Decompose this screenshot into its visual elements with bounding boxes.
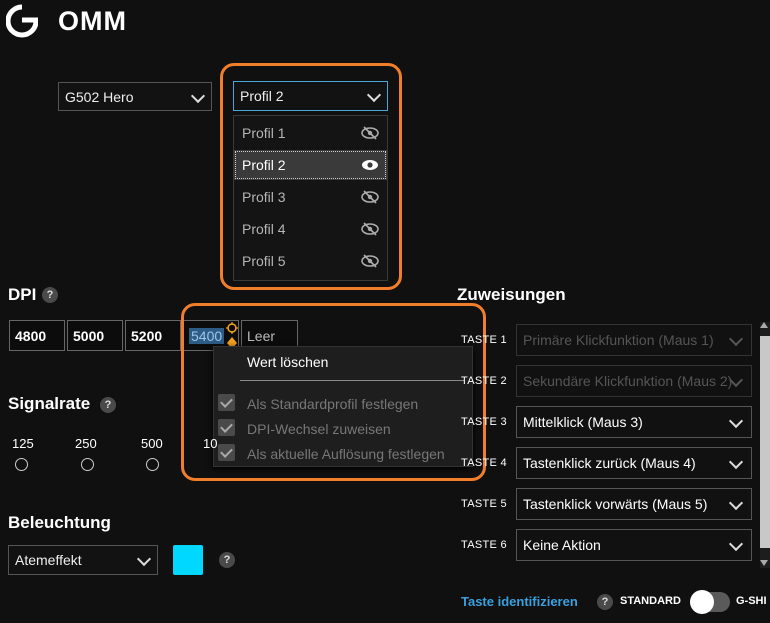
chevron-down-icon [728,495,744,511]
rate-radio-250[interactable] [81,458,94,471]
assign-dpi-shift-menu-item[interactable]: DPI-Wechsel zuweisen [247,421,391,437]
scroll-up-icon[interactable] [760,322,768,328]
button-3-assignment-select[interactable]: Mittelklick (Maus 3) [516,406,752,438]
dpi-value-3[interactable]: 5200 [125,320,181,351]
button-5-assignment-select[interactable]: Tastenklick vorwärts (Maus 5) [516,488,752,520]
dpi-heading: DPI [8,285,37,304]
clear-value-menu-item[interactable]: Wert löschen [247,354,328,370]
rate-label-250: 250 [75,436,97,451]
chevron-down-icon [728,413,744,429]
device-select-value: G502 Hero [65,88,134,105]
gshift-toggle-knob[interactable] [690,590,714,614]
profile-dropdown-list: Profil 1 Profil 2 Profil 3 Profil 4 Prof… [233,115,388,281]
eye-icon[interactable] [361,157,379,173]
dpi-help-icon[interactable]: ? [42,287,58,303]
assignment-value: Tastenklick vorwärts (Maus 5) [523,496,708,512]
identify-button-link[interactable]: Taste identifizieren [461,594,578,609]
assignments-scrollbar-thumb[interactable] [760,336,770,548]
scroll-down-icon[interactable] [760,560,768,566]
button-label-3: TASTE 3 [461,416,507,428]
signal-rate-heading: Signalrate [8,394,91,413]
button-label-4: TASTE 4 [461,457,507,469]
set-default-profile-menu-item[interactable]: Als Standardprofil festlegen [247,396,418,412]
chevron-down-icon [728,454,744,470]
menu-divider [240,380,464,381]
chevron-down-icon [190,88,206,103]
button-label-2: TASTE 2 [461,375,507,387]
button-2-assignment-select: Sekundäre Klickfunktion (Maus 2) [516,365,752,397]
assignments-heading: Zuweisungen [457,285,566,304]
profile-option-label: Profil 2 [242,157,286,173]
dpi-value-4-text: 5400 [189,327,225,344]
dpi-value-1[interactable]: 4800 [9,320,65,351]
button-1-assignment-select: Primäre Klickfunktion (Maus 1) [516,324,752,356]
button-6-assignment-select[interactable]: Keine Aktion [516,529,752,561]
profile-option-1[interactable]: Profil 1 [234,118,387,148]
logitech-g-logo-icon [6,4,38,38]
gshift-label: G-SHI [736,595,767,607]
button-label-1: TASTE 1 [461,334,507,346]
profile-option-label: Profil 3 [242,189,286,205]
dpi-value-2[interactable]: 5000 [67,320,123,351]
profile-select-value: Profil 2 [240,88,284,104]
assignment-value: Mittelklick (Maus 3) [523,414,643,430]
lighting-help-icon[interactable]: ? [219,552,235,568]
profile-select[interactable]: Profil 2 [233,81,388,111]
lighting-color-swatch[interactable] [173,545,203,575]
chevron-down-icon [136,551,152,567]
device-select[interactable]: G502 Hero [58,82,212,111]
assignment-value: Keine Aktion [523,537,601,553]
rate-label-125: 125 [12,436,34,451]
chevron-down-icon [728,536,744,552]
lighting-effect-select[interactable]: Atemeffekt [8,545,158,575]
assignment-value: Tastenklick zurück (Maus 4) [523,455,696,471]
button-label-6: TASTE 6 [461,539,507,551]
button-label-5: TASTE 5 [461,498,507,510]
button-4-assignment-select[interactable]: Tastenklick zurück (Maus 4) [516,447,752,479]
standard-label: STANDARD [620,595,681,607]
profile-option-5[interactable]: Profil 5 [234,246,387,276]
assignment-value: Primäre Klickfunktion (Maus 1) [523,332,714,348]
profile-option-3[interactable]: Profil 3 [234,182,387,212]
dpi-context-menu: Wert löschen Als Standardprofil festlege… [213,346,473,467]
checkbox-icon [218,394,235,411]
assignment-value: Sekundäre Klickfunktion (Maus 2) [523,373,733,389]
profile-option-label: Profil 5 [242,253,286,269]
rate-radio-125[interactable] [15,458,28,471]
profile-option-label: Profil 1 [242,125,286,141]
lighting-effect-value: Atemeffekt [15,552,82,568]
eye-slash-icon[interactable] [361,221,379,237]
app-title: OMM [58,6,127,36]
chevron-down-icon [366,87,382,103]
rate-label-500: 500 [141,436,163,451]
set-current-resolution-menu-item[interactable]: Als aktuelle Auflösung festlegen [247,446,445,462]
eye-slash-icon[interactable] [361,253,379,269]
identify-help-icon[interactable]: ? [597,594,613,610]
lighting-heading: Beleuchtung [8,513,111,532]
profile-option-4[interactable]: Profil 4 [234,214,387,244]
profile-option-label: Profil 4 [242,221,286,237]
checkbox-icon [218,444,235,461]
chevron-down-icon [728,331,744,347]
eye-slash-icon[interactable] [361,189,379,205]
signal-rate-help-icon[interactable]: ? [100,397,116,413]
profile-option-2[interactable]: Profil 2 [234,150,387,180]
checkbox-icon [218,419,235,436]
rate-label-1000: 10 [203,436,218,451]
rate-radio-500[interactable] [146,458,159,471]
eye-slash-icon[interactable] [361,125,379,141]
